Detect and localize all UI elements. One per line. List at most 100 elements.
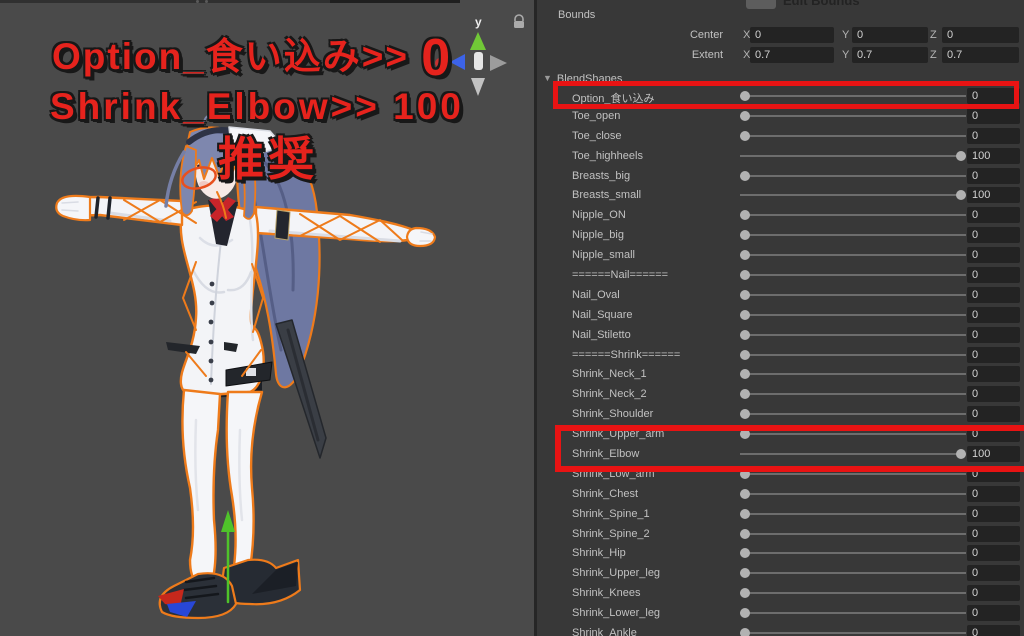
slider-knob[interactable]: [740, 488, 750, 499]
blendshape-slider[interactable]: [740, 444, 966, 464]
blendshape-value-field[interactable]: 0: [967, 167, 1020, 184]
slider-knob[interactable]: [740, 210, 750, 221]
scene-viewport[interactable]: y z Option_食い込み>> 0 Shrink_Elbow>> 100 推…: [0, 0, 535, 636]
blendshape-value-field[interactable]: 0: [967, 227, 1020, 244]
slider-track[interactable]: [740, 393, 966, 396]
blendshape-value-field[interactable]: 100: [967, 147, 1020, 164]
blendshape-slider[interactable]: [740, 245, 966, 265]
extent-x-field[interactable]: 0.7: [750, 47, 834, 63]
blendshape-value-field[interactable]: 0: [967, 127, 1020, 144]
slider-knob[interactable]: [740, 568, 750, 579]
blendshape-slider[interactable]: [740, 205, 966, 225]
slider-knob[interactable]: [740, 468, 750, 479]
slider-knob[interactable]: [740, 389, 750, 400]
blendshape-value-field[interactable]: 0: [967, 247, 1020, 264]
slider-track[interactable]: [740, 472, 966, 475]
blendshape-value-field[interactable]: 0: [967, 545, 1020, 562]
blendshape-slider[interactable]: [740, 563, 966, 583]
slider-knob[interactable]: [740, 608, 750, 619]
slider-knob[interactable]: [740, 91, 750, 101]
slider-track[interactable]: [740, 612, 966, 615]
blendshape-slider[interactable]: [740, 126, 966, 146]
slider-knob[interactable]: [956, 150, 966, 161]
blendshape-value-field[interactable]: 0: [967, 286, 1020, 303]
slider-track[interactable]: [740, 632, 966, 635]
blendshape-slider[interactable]: [740, 424, 966, 444]
blendshape-value-field[interactable]: 0: [967, 267, 1020, 284]
blendshape-value-field[interactable]: 0: [967, 585, 1020, 602]
blendshape-slider[interactable]: [740, 464, 966, 484]
slider-track[interactable]: [740, 194, 966, 197]
blendshape-value-field[interactable]: 0: [967, 406, 1020, 423]
slider-knob[interactable]: [740, 170, 750, 181]
slider-knob[interactable]: [740, 230, 750, 241]
blendshape-slider[interactable]: [740, 166, 966, 186]
blendshape-slider[interactable]: [740, 603, 966, 623]
slider-track[interactable]: [740, 413, 966, 416]
blendshape-slider[interactable]: [740, 623, 966, 636]
blendshape-value-field[interactable]: 0: [967, 306, 1020, 323]
slider-knob[interactable]: [740, 250, 750, 261]
slider-knob[interactable]: [740, 628, 750, 636]
blendshape-value-field[interactable]: 0: [967, 485, 1020, 502]
blendshapes-foldout[interactable]: ▼ BlendShapes: [543, 69, 622, 87]
blendshape-slider[interactable]: [740, 86, 966, 106]
center-z-field[interactable]: 0: [942, 27, 1019, 43]
slider-knob[interactable]: [740, 369, 750, 380]
blendshape-value-field[interactable]: 0: [967, 366, 1020, 383]
slider-track[interactable]: [740, 353, 966, 356]
slider-knob[interactable]: [740, 329, 750, 340]
blendshape-slider[interactable]: [740, 484, 966, 504]
blendshape-value-field[interactable]: 0: [967, 565, 1020, 582]
slider-track[interactable]: [740, 274, 966, 277]
blendshape-slider[interactable]: [740, 185, 966, 205]
slider-track[interactable]: [740, 532, 966, 535]
blendshape-slider[interactable]: [740, 524, 966, 544]
slider-track[interactable]: [740, 313, 966, 316]
slider-knob[interactable]: [740, 110, 750, 121]
slider-track[interactable]: [740, 492, 966, 495]
slider-track[interactable]: [740, 453, 966, 456]
slider-track[interactable]: [740, 592, 966, 595]
slider-knob[interactable]: [956, 449, 966, 460]
slider-track[interactable]: [740, 95, 966, 97]
blendshape-slider[interactable]: [740, 384, 966, 404]
extent-z-field[interactable]: 0.7: [942, 47, 1019, 63]
slider-track[interactable]: [740, 433, 966, 436]
slider-knob[interactable]: [740, 289, 750, 300]
slider-track[interactable]: [740, 134, 966, 137]
blendshape-value-field[interactable]: 0: [967, 386, 1020, 403]
slider-track[interactable]: [740, 293, 966, 296]
slider-knob[interactable]: [740, 429, 750, 440]
blendshape-slider[interactable]: [740, 543, 966, 563]
blendshape-value-field[interactable]: 0: [967, 605, 1020, 622]
blendshape-value-field[interactable]: 100: [967, 187, 1020, 204]
blendshape-slider[interactable]: [740, 285, 966, 305]
blendshape-value-field[interactable]: 0: [967, 525, 1020, 542]
slider-knob[interactable]: [740, 270, 750, 281]
slider-knob[interactable]: [740, 130, 750, 141]
slider-track[interactable]: [740, 114, 966, 117]
blendshape-slider[interactable]: [740, 504, 966, 524]
slider-knob[interactable]: [956, 190, 966, 201]
blendshape-value-field[interactable]: 100: [967, 446, 1020, 463]
slider-knob[interactable]: [740, 548, 750, 559]
blendshape-slider[interactable]: [740, 345, 966, 365]
center-y-field[interactable]: 0: [852, 27, 928, 43]
slider-track[interactable]: [740, 154, 966, 157]
center-x-field[interactable]: 0: [750, 27, 834, 43]
extent-y-field[interactable]: 0.7: [852, 47, 928, 63]
blendshape-value-field[interactable]: 0: [967, 465, 1020, 482]
blendshape-slider[interactable]: [740, 146, 966, 166]
blendshape-value-field[interactable]: 0: [967, 88, 1020, 104]
slider-track[interactable]: [740, 552, 966, 555]
edit-bounds-toggle[interactable]: [746, 0, 776, 9]
blendshape-slider[interactable]: [740, 305, 966, 325]
slider-knob[interactable]: [740, 588, 750, 599]
blendshape-slider[interactable]: [740, 364, 966, 384]
blendshape-value-field[interactable]: 0: [967, 426, 1020, 443]
slider-track[interactable]: [740, 254, 966, 257]
slider-track[interactable]: [740, 373, 966, 376]
blendshape-slider[interactable]: [740, 106, 966, 126]
slider-knob[interactable]: [740, 349, 750, 360]
